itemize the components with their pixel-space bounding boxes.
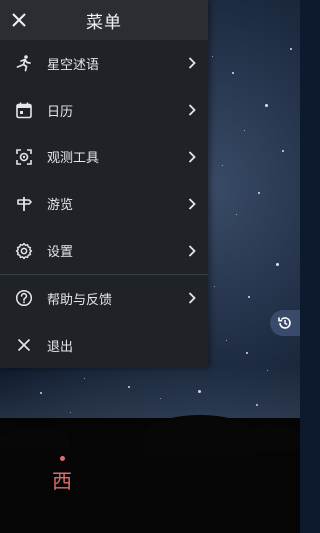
menu-item-label: 日历	[47, 104, 74, 120]
help-circle-icon	[14, 288, 34, 308]
chevron-right-icon	[188, 56, 198, 70]
compass-direction: 西	[52, 456, 72, 494]
menu-drawer: 菜单 星空述语 日历 观测工具 游览 设置 帮助与反馈 退出	[0, 0, 208, 368]
menu-item-help-feedback[interactable]: 帮助与反馈	[0, 275, 208, 322]
star	[232, 72, 234, 74]
close-icon	[12, 13, 26, 27]
menu-item-label: 设置	[47, 245, 74, 261]
chevron-right-icon	[188, 150, 198, 164]
menu-item-label: 游览	[47, 198, 74, 214]
star	[236, 214, 237, 215]
star	[246, 352, 248, 354]
menu-item-tour[interactable]: 游览	[0, 180, 208, 227]
chevron-right-icon	[188, 103, 198, 117]
menu-item-star-narratives[interactable]: 星空述语	[0, 40, 208, 87]
compass-dot	[59, 456, 65, 461]
menu-item-label: 帮助与反馈	[47, 292, 113, 308]
star	[290, 48, 292, 50]
chevron-right-icon	[188, 244, 198, 258]
horizon-glow	[0, 365, 300, 425]
star	[226, 340, 227, 341]
star	[248, 296, 250, 298]
chevron-right-icon	[188, 291, 198, 305]
star	[222, 165, 223, 166]
star	[212, 56, 213, 57]
star	[282, 150, 284, 152]
menu-item-exit[interactable]: 退出	[0, 322, 208, 369]
menu-item-label: 星空述语	[47, 57, 100, 73]
star	[214, 286, 215, 287]
close-menu-button[interactable]	[8, 8, 30, 32]
target-tool-icon	[14, 147, 34, 167]
compass-label: 西	[52, 469, 72, 493]
tree-silhouette	[240, 425, 300, 450]
running-figure-icon	[14, 53, 34, 73]
star	[244, 130, 245, 131]
star	[276, 263, 279, 266]
menu-item-label: 退出	[47, 339, 74, 355]
drawer-title: 菜单	[86, 12, 122, 33]
calendar-icon	[14, 100, 34, 120]
menu-item-observing-tools[interactable]: 观测工具	[0, 134, 208, 181]
drawer-header: 菜单	[0, 0, 208, 40]
menu-item-label: 观测工具	[47, 151, 100, 167]
history-icon	[278, 317, 291, 329]
star	[265, 104, 268, 107]
chevron-right-icon	[188, 197, 198, 211]
tree-silhouette	[145, 415, 255, 455]
history-button[interactable]	[270, 310, 300, 336]
menu-item-calendar[interactable]: 日历	[0, 87, 208, 134]
star	[258, 192, 260, 194]
signpost-icon	[14, 194, 34, 214]
menu-item-settings[interactable]: 设置	[0, 227, 208, 274]
close-icon	[14, 335, 34, 355]
gear-icon	[14, 241, 34, 261]
tree-silhouette	[0, 428, 70, 448]
